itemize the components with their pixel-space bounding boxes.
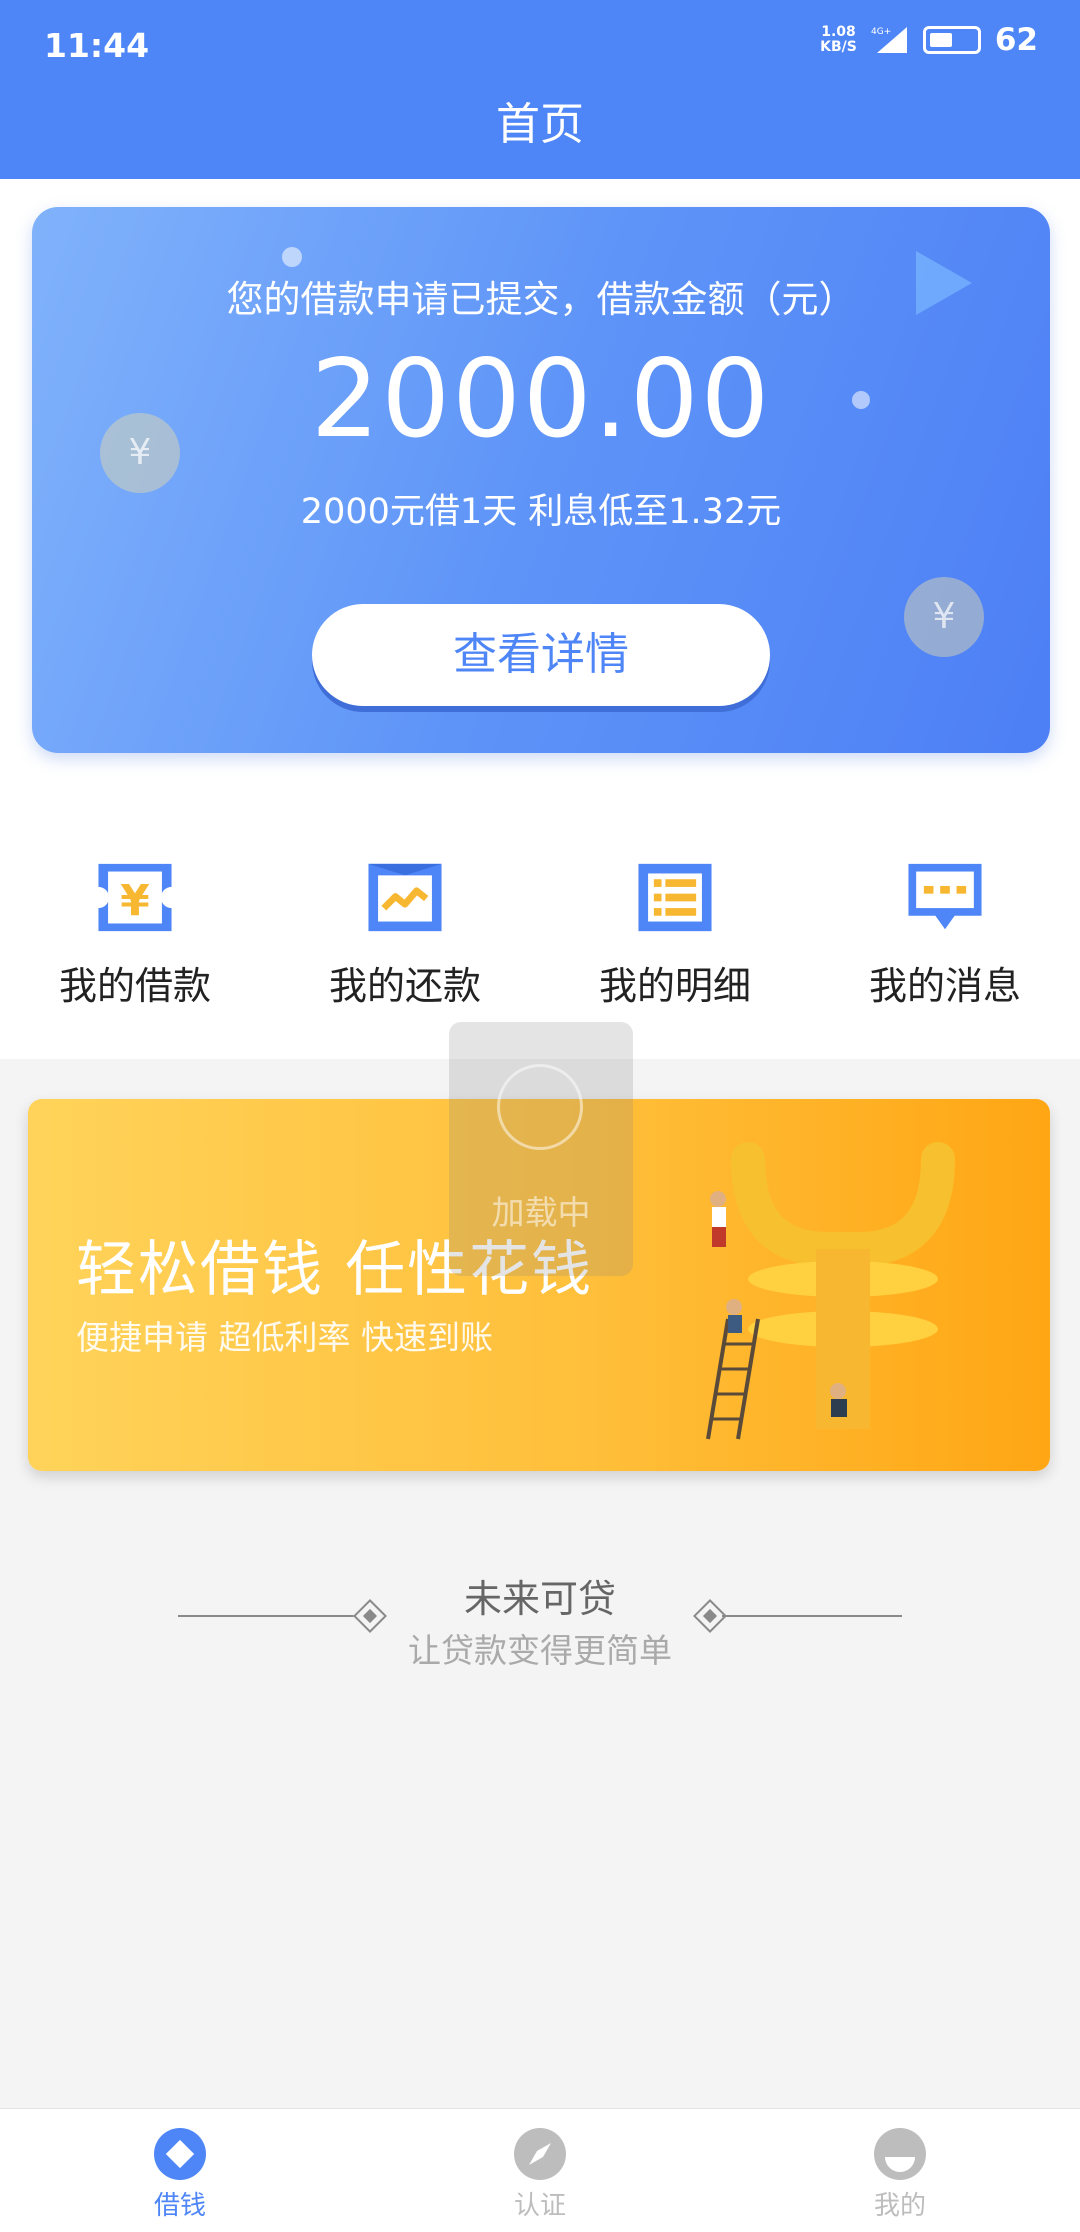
bottom-tab-bar: 借钱 认证 我的 <box>0 2108 1080 2232</box>
status-time: 11:44 <box>44 26 150 65</box>
banner-subtitle: 便捷申请 超低利率 快速到账 <box>76 1318 493 1357</box>
loading-overlay: 加载中 <box>449 1022 633 1276</box>
diamond-icon <box>154 2128 206 2180</box>
menu-item-my-loans[interactable]: ¥ 我的借款 <box>0 860 270 1010</box>
chart-frame-icon <box>368 863 442 932</box>
menu-item-my-messages[interactable]: 我的消息 <box>810 860 1080 1010</box>
profile-icon <box>874 2128 926 2180</box>
compass-icon <box>514 2128 566 2180</box>
brand-slogan: 让贷款变得更简单 <box>408 1631 672 1670</box>
tab-label: 认证 <box>513 2191 566 2221</box>
tab-borrow[interactable]: 借钱 <box>0 2109 360 2232</box>
yen-construction-illustration <box>706 1142 955 1440</box>
menu-label: 我的借款 <box>58 964 211 1008</box>
tab-label: 借钱 <box>153 2191 206 2221</box>
page-title: 首页 <box>496 99 584 150</box>
loan-caption: 您的借款申请已提交，借款金额（元） <box>226 278 856 321</box>
coin-icon: ¥ <box>904 577 984 657</box>
view-details-button[interactable]: 查看详情 <box>312 604 770 706</box>
loading-text: 加载中 <box>491 1193 591 1232</box>
menu-item-my-details[interactable]: 我的明细 <box>540 860 810 1010</box>
ticket-yen-icon: ¥ <box>98 863 172 932</box>
list-icon <box>638 863 712 932</box>
network-speed: 1.08 KB/S <box>820 24 857 55</box>
message-icon <box>908 863 982 930</box>
top-bar: 11:44 1.08 KB/S 4G+ 62 首页 <box>0 0 1080 179</box>
signal-icon: 4G+ <box>871 27 907 53</box>
loan-status-card: ¥ ¥ 您的借款申请已提交，借款金额（元） 2000.00 2000元借1天 利… <box>32 207 1050 753</box>
svg-text:¥: ¥ <box>120 876 149 925</box>
loan-interest-note: 2000元借1天 利息低至1.32元 <box>300 492 782 532</box>
decor-dot <box>282 247 302 267</box>
menu-label: 我的还款 <box>328 964 481 1008</box>
spinner-icon <box>497 1064 583 1150</box>
divider <box>722 1615 902 1617</box>
tab-mine[interactable]: 我的 <box>720 2109 1080 2232</box>
battery-percent: 62 <box>994 22 1038 58</box>
tab-label: 我的 <box>873 2191 926 2221</box>
brand-name: 未来可贷 <box>463 1577 616 1621</box>
loan-amount: 2000.00 <box>310 337 772 462</box>
status-icons: 1.08 KB/S 4G+ 62 <box>820 22 1038 58</box>
brand-footer: 未来可贷 让贷款变得更简单 <box>0 1568 1080 1670</box>
menu-label: 我的消息 <box>868 964 1021 1008</box>
battery-icon <box>922 26 981 54</box>
quick-menu: ¥ 我的借款 我的还款 我的明细 我的消息 <box>0 860 1080 1010</box>
menu-item-my-repayments[interactable]: 我的还款 <box>270 860 540 1010</box>
tab-verify[interactable]: 认证 <box>360 2109 720 2232</box>
svg-text:4G+: 4G+ <box>871 27 891 37</box>
menu-label: 我的明细 <box>598 964 751 1008</box>
